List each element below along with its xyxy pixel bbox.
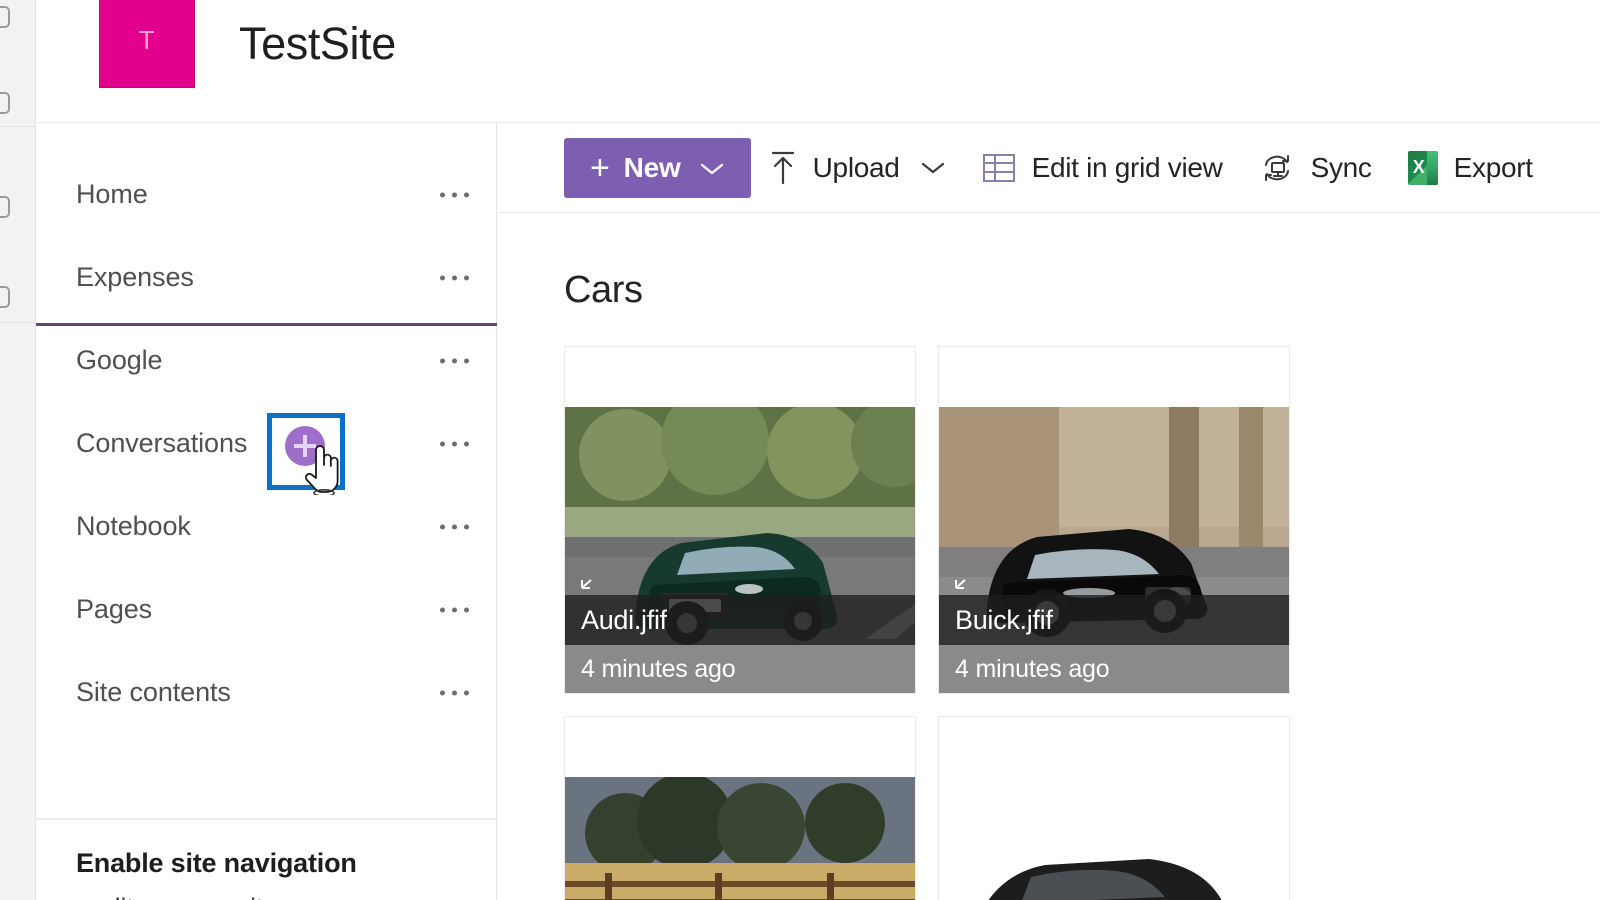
excel-icon: X	[1407, 150, 1438, 185]
upload-label: Upload	[812, 151, 900, 183]
library-title: Cars	[564, 269, 643, 311]
edit-in-grid-view-button[interactable]: Edit in grid view	[964, 138, 1241, 198]
chevron-down-icon	[920, 160, 946, 176]
sidebar-item-notebook[interactable]: Notebook	[36, 485, 496, 568]
image-file-icon	[955, 579, 966, 589]
file-modified: 4 minutes ago	[955, 654, 1110, 683]
sidebar-item-google[interactable]: Google	[36, 319, 496, 402]
app-rail-divider	[0, 322, 36, 323]
sidebar-item-site-contents[interactable]: Site contents	[36, 651, 496, 734]
command-bar: + New Upload Edit in grid view Sync X Ex…	[498, 123, 1600, 213]
nav-footer-callout: Enable site navigation audit on your sit…	[36, 820, 497, 900]
site-navigation: Home Expenses Google Conversations Noteb…	[36, 123, 497, 900]
sidebar-item-label: Notebook	[76, 511, 191, 541]
file-thumbnail	[565, 777, 915, 900]
upload-icon	[769, 150, 797, 186]
sidebar-item-expenses[interactable]: Expenses	[36, 236, 496, 319]
chevron-down-icon	[699, 152, 725, 184]
file-footer: 4 minutes ago	[939, 645, 1289, 693]
more-options-icon[interactable]	[440, 358, 469, 363]
sidebar-item-label: Pages	[76, 594, 153, 624]
sidebar-item-label: Conversations	[76, 428, 248, 458]
edit-in-grid-view-label: Edit in grid view	[1031, 151, 1223, 183]
file-tile[interactable]	[938, 716, 1290, 900]
sync-button[interactable]: Sync	[1241, 138, 1390, 198]
app-rail	[0, 0, 36, 900]
file-name: Buick.jfif	[955, 604, 1053, 635]
more-options-icon[interactable]	[440, 275, 469, 280]
file-tile-grid: Audi.jfif 4 minutes ago Buick.jfif 4 min…	[498, 346, 1600, 900]
file-caption: Buick.jfif	[939, 579, 1289, 645]
more-options-icon[interactable]	[440, 192, 469, 197]
more-options-icon[interactable]	[440, 607, 469, 612]
sidebar-item-label: Home	[76, 179, 148, 209]
sidebar-item-label: Site contents	[76, 677, 231, 707]
app-rail-divider	[0, 126, 36, 127]
sidebar-item-pages[interactable]: Pages	[36, 568, 496, 651]
plus-icon: +	[590, 148, 610, 187]
file-tile[interactable]: Buick.jfif 4 minutes ago	[938, 346, 1290, 694]
new-button-label: New	[623, 151, 681, 183]
file-footer: 4 minutes ago	[565, 645, 915, 693]
site-logo[interactable]: T	[99, 0, 195, 88]
hand-cursor	[305, 445, 339, 495]
image-file-icon	[581, 579, 592, 589]
sharepoint-site-page: T TestSite Home Expenses Google Conversa…	[0, 0, 1600, 900]
more-options-icon[interactable]	[440, 441, 469, 446]
sidebar-item-label: Google	[76, 345, 163, 375]
sync-icon	[1259, 152, 1295, 184]
file-modified: 4 minutes ago	[581, 654, 736, 683]
app-rail-icon-4[interactable]	[0, 286, 10, 308]
file-tile[interactable]: Audi.jfif 4 minutes ago	[564, 346, 916, 694]
file-thumbnail	[939, 777, 1289, 900]
file-tile[interactable]: Chevrolet.jfif 4 minutes ago	[564, 716, 916, 900]
sidebar-item-home[interactable]: Home	[36, 153, 496, 236]
grid-view-icon	[982, 152, 1016, 184]
export-label: Export	[1453, 151, 1533, 183]
sidebar-item-label: Expenses	[76, 262, 194, 292]
file-name: Audi.jfif	[581, 604, 667, 635]
app-rail-icon-1[interactable]	[0, 6, 10, 28]
app-rail-icon-3[interactable]	[0, 196, 10, 218]
more-options-icon[interactable]	[440, 524, 469, 529]
export-button[interactable]: X Export	[1390, 138, 1551, 198]
site-title[interactable]: TestSite	[239, 18, 396, 70]
app-rail-icon-2[interactable]	[0, 92, 10, 114]
sidebar-item-conversations[interactable]: Conversations	[36, 402, 496, 485]
sync-label: Sync	[1310, 151, 1372, 183]
site-logo-letter: T	[138, 24, 156, 55]
nav-footer-title: Enable site navigation	[76, 848, 357, 878]
upload-button[interactable]: Upload	[751, 138, 964, 198]
site-header: T TestSite	[36, 0, 1600, 123]
more-options-icon[interactable]	[440, 690, 469, 695]
file-caption: Audi.jfif	[565, 579, 915, 645]
nav-list: Home Expenses Google Conversations Noteb…	[36, 123, 496, 734]
nav-footer-subtitle: audit on your site	[76, 893, 497, 900]
new-button[interactable]: + New	[564, 137, 751, 198]
main-content: + New Upload Edit in grid view Sync X Ex…	[498, 123, 1600, 900]
nav-insert-line	[36, 323, 497, 326]
